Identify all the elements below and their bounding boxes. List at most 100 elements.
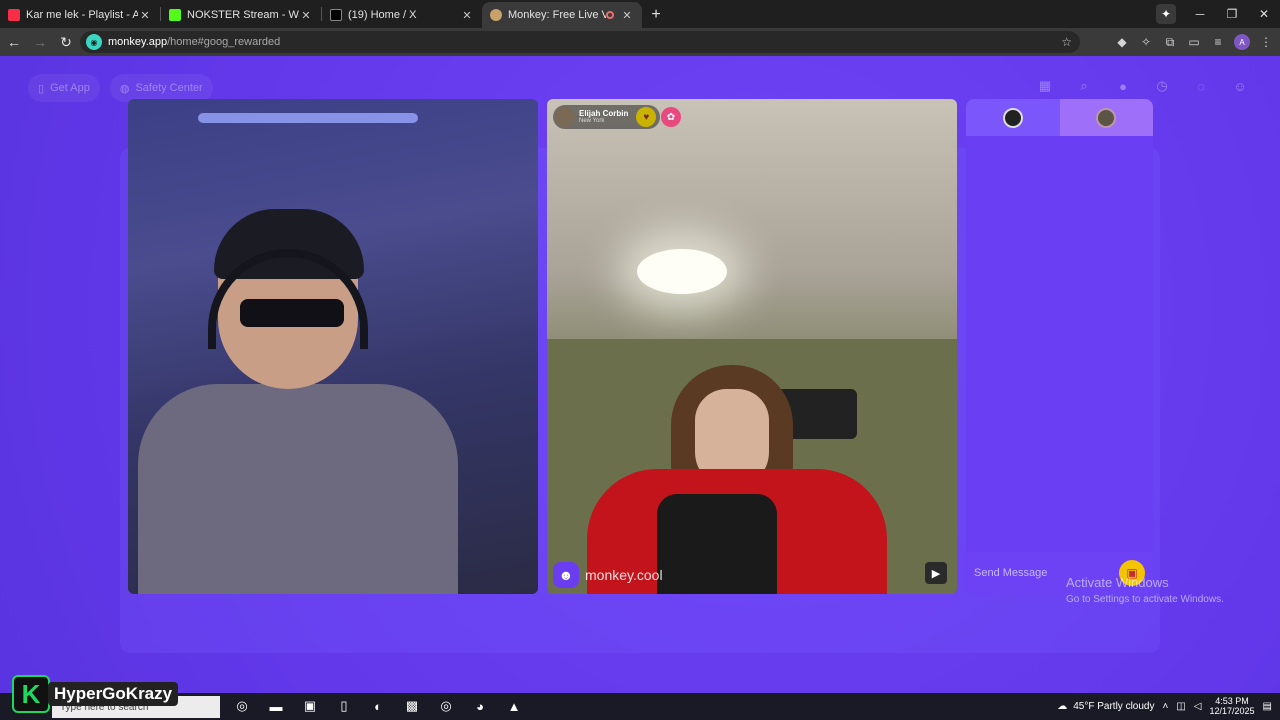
app-icon[interactable]: ▲ (504, 696, 524, 716)
new-tab-button[interactable]: + (642, 2, 670, 28)
top-left-nav: ▯ Get App ◍ Safety Center (28, 74, 213, 102)
chevron-up-icon[interactable]: ˄ (1163, 701, 1169, 712)
user-name: Elijah Corbin (579, 109, 629, 118)
search-icon[interactable]: ⌕ (1074, 76, 1094, 96)
tab-title: Kar me lek - Playlist - Apple M (26, 9, 138, 21)
browser-tab-nokster[interactable]: NOKSTER Stream - Watch Live ✕ (161, 2, 321, 28)
close-icon[interactable]: ✕ (299, 9, 313, 22)
minimize-icon[interactable]: ─ (1184, 7, 1216, 21)
profile-icon[interactable]: ☺ (1230, 76, 1250, 96)
phone-icon: ▯ (38, 82, 45, 95)
kick-icon (169, 9, 181, 21)
history-icon[interactable]: ◷ (1152, 76, 1172, 96)
volume-icon[interactable]: ◁ (1194, 701, 1202, 712)
close-window-icon[interactable]: ✕ (1248, 7, 1280, 21)
kick-logo-icon: K (12, 675, 50, 713)
discord-icon[interactable]: ◕ (470, 696, 490, 716)
ceiling-light (637, 249, 727, 294)
url-host: monkey.app (108, 36, 168, 48)
tab-title: (19) Home / X (348, 9, 417, 21)
media-control-icon[interactable]: ≡ (1210, 34, 1226, 50)
site-info-icon[interactable]: ◉ (86, 34, 102, 50)
activate-windows-watermark: Activate Windows Go to Settings to activ… (1066, 575, 1224, 605)
system-tray: ☁ 45°F Partly cloudy ˄ ◫ ◁ 4:53 PM 12/17… (1057, 693, 1272, 720)
extensions-puzzle-icon[interactable]: ⧉ (1162, 34, 1178, 50)
remote-video: Elijah Corbin New York ♥ ✿ ☻ monkey.cool… (547, 99, 957, 594)
local-video (128, 99, 538, 594)
reload-icon[interactable]: ↻ (54, 30, 78, 54)
streamer-name: HyperGoKrazy (48, 682, 179, 706)
extension-icon[interactable]: ◆ (1114, 34, 1130, 50)
window-controls: ─ ❐ ✕ (1184, 0, 1280, 28)
avatar (555, 107, 575, 127)
badge-icon[interactable]: ✿ (661, 107, 681, 127)
shop-icon[interactable]: ▦ (1035, 76, 1055, 96)
remote-user-chip[interactable]: Elijah Corbin New York ♥ (553, 105, 661, 129)
browser-tab-x[interactable]: (19) Home / X ✕ (322, 2, 482, 28)
store-icon[interactable]: ▣ (300, 696, 320, 716)
activate-title: Activate Windows (1066, 575, 1169, 590)
weather-widget[interactable]: ☁ 45°F Partly cloudy (1057, 701, 1154, 712)
browser-toolbar-actions: ◆ ✧ ⧉ ▭ ≡ A ⋮ (1114, 30, 1274, 54)
steam-icon[interactable]: ◐ (368, 696, 388, 716)
chat-tab-remote[interactable] (1059, 99, 1153, 136)
heart-icon[interactable]: ♥ (636, 107, 657, 127)
browser-tab-apple-music[interactable]: Kar me lek - Playlist - Apple M ✕ (0, 2, 160, 28)
avatar (1096, 107, 1117, 128)
chat-tabs (966, 99, 1153, 136)
profile-avatar[interactable]: A (1234, 34, 1250, 50)
get-app-button[interactable]: ▯ Get App (28, 74, 100, 102)
clock[interactable]: 4:53 PM 12/17/2025 (1209, 696, 1255, 717)
user-info: Elijah Corbin New York (579, 109, 629, 125)
cast-icon[interactable]: ▭ (1186, 34, 1202, 50)
browser-tab-monkey[interactable]: Monkey: Free Live Video Ch ✕ (482, 2, 642, 28)
app-icon[interactable]: ▩ (402, 696, 422, 716)
led-light (198, 113, 418, 123)
chat-panel: Send Message ▣ (966, 99, 1153, 594)
address-bar[interactable]: ◉ monkey.app /home#goog_rewarded ☆ (80, 31, 1080, 53)
avatar (1002, 107, 1023, 128)
bookmark-star-icon[interactable]: ☆ (1061, 35, 1072, 49)
camera-switch-icon[interactable]: ▶ (925, 562, 947, 584)
tab-title: Monkey: Free Live Video Ch (508, 9, 606, 21)
forward-icon[interactable]: → (28, 30, 52, 54)
shield-icon: ◍ (119, 82, 130, 95)
close-icon[interactable]: ✕ (138, 9, 152, 22)
safety-center-label: Safety Center (135, 82, 203, 94)
user-location: New York (579, 118, 605, 124)
file-explorer-icon[interactable]: ▬ (266, 696, 286, 716)
chat-icon[interactable]: ◌ (1191, 76, 1211, 96)
network-icon[interactable]: ◫ (1176, 701, 1185, 712)
watermark-text: monkey.cool (585, 567, 663, 583)
back-icon[interactable]: ← (2, 30, 26, 54)
safety-center-button[interactable]: ◍ Safety Center (109, 74, 213, 102)
weather-icon: ☁ (1057, 701, 1068, 712)
close-icon[interactable]: ✕ (460, 9, 474, 22)
date: 12/17/2025 (1209, 705, 1255, 716)
monkey-watermark: ☻ monkey.cool (553, 562, 663, 588)
get-app-label: Get App (50, 82, 90, 94)
gemini-icon[interactable]: ✦ (1156, 4, 1176, 24)
chrome-icon[interactable]: ◎ (436, 696, 456, 716)
activate-subtitle: Go to Settings to activate Windows. (1066, 594, 1224, 605)
coin-icon[interactable]: ● (1113, 76, 1133, 96)
document-icon[interactable]: ▯ (334, 696, 354, 716)
windows-taskbar: Type here to search ◎ ▬ ▣ ▯ ◐ ▩ ◎ ◕ ▲ ☁ … (0, 693, 1280, 720)
top-right-nav: ▦ ⌕ ● ◷ ◌ ☺ (1035, 76, 1250, 96)
restore-icon[interactable]: ❐ (1216, 7, 1248, 21)
notification-icon[interactable]: ▤ (1263, 701, 1272, 712)
tab-title: NOKSTER Stream - Watch Live (187, 9, 299, 21)
sunglasses (240, 299, 344, 327)
apple-music-icon (8, 9, 20, 21)
monkey-logo-icon: ☻ (553, 562, 579, 588)
streamer-overlay: K HyperGoKrazy (12, 675, 179, 713)
chat-tab-self[interactable] (966, 99, 1060, 136)
weather-text: 45°F Partly cloudy (1073, 701, 1155, 712)
chrome-icon[interactable]: ◎ (232, 696, 252, 716)
taskbar-apps: ◎ ▬ ▣ ▯ ◐ ▩ ◎ ◕ ▲ (232, 696, 524, 716)
browser-toolbar: ← → ↻ ◉ monkey.app /home#goog_rewarded ☆… (0, 28, 1280, 56)
ai-extension-icon[interactable]: ✧ (1138, 34, 1154, 50)
menu-icon[interactable]: ⋮ (1258, 34, 1274, 50)
close-icon[interactable]: ✕ (620, 9, 634, 22)
url-path: /home#goog_rewarded (167, 36, 281, 48)
